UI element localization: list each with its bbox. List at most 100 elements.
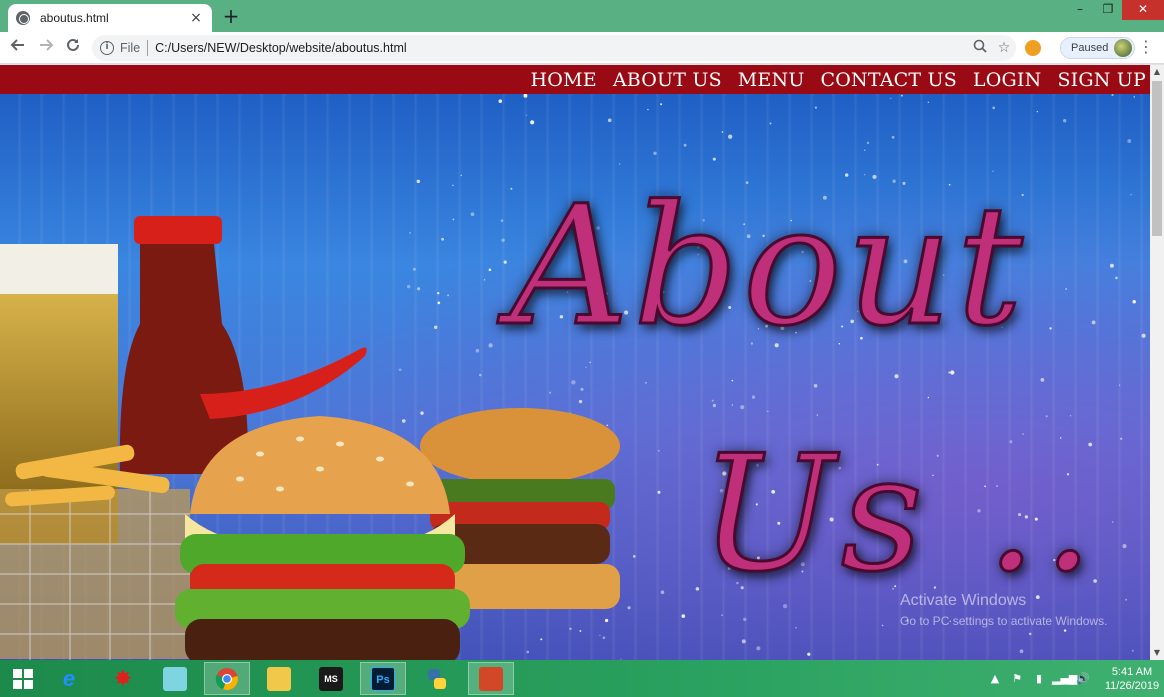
new-tab-button[interactable]: + [220,6,242,28]
sparkle [814,106,818,109]
sparkle [866,141,870,145]
sparkle [891,135,895,139]
taskbar-photoshop[interactable]: Ps [360,662,406,695]
taskbar-chrome[interactable] [204,662,250,695]
sparkle [741,639,746,644]
tray-expand-icon[interactable]: ▲ [986,672,1004,685]
browser-tab[interactable]: aboutus.html × [8,4,212,32]
sparkle [1120,437,1123,440]
nav-about-us[interactable]: ABOUT US [613,69,722,91]
page-scrollbar[interactable]: ▲ ▼ [1150,65,1164,660]
sparkle [1028,632,1032,636]
taskbar-internet-explorer[interactable]: e [46,662,92,695]
sparkle [769,122,772,125]
sparkle [795,627,797,629]
sparkle [740,405,745,410]
sparkle [1125,598,1128,601]
sparkle [1131,649,1134,652]
battery-icon[interactable]: ▮ [1030,672,1048,685]
sparkle [1141,333,1146,338]
chrome-icon [215,667,238,690]
sparkle [1130,193,1132,196]
notes-app-icon [163,666,187,691]
sparkle [1127,139,1132,143]
close-window-button[interactable]: ✕ [1122,0,1164,20]
taskbar-ms-project[interactable]: MS [308,662,354,695]
sparkle [863,149,866,152]
taskbar-file-explorer[interactable] [256,662,302,695]
sparkle [1065,288,1068,290]
sparkle [807,652,811,656]
internet-explorer-icon: e [62,665,76,691]
sparkle [767,410,769,413]
scroll-thumb[interactable] [1152,81,1162,236]
sparkle [1045,415,1048,418]
page-viewport: HOME ABOUT US MENU CONTACT US LOGIN SIGN… [0,65,1164,660]
tab-close-icon[interactable]: × [188,10,204,26]
url-scheme: File [120,41,141,55]
browser-title-bar: aboutus.html × + – ❐ ✕ [0,0,1164,32]
nav-contact-us[interactable]: CONTACT US [821,69,957,91]
sparkle [1109,263,1114,268]
restore-button[interactable]: ❐ [1094,0,1122,20]
sparkle [1115,276,1118,280]
omnibox-divider [147,40,149,56]
signal-icon[interactable]: ▂▄▆ [1052,672,1077,685]
scroll-down-icon[interactable]: ▼ [1150,646,1164,660]
sparkle [731,404,733,406]
hero-title-about: About [509,170,1027,362]
taskbar-app-red[interactable]: ✸ [100,662,146,695]
start-button[interactable] [0,662,46,695]
sparkle [1122,544,1127,549]
sparkle [1063,629,1067,632]
extension-icon[interactable] [1025,40,1041,56]
folder-icon [267,666,291,691]
sparkle [1091,320,1096,325]
url-text[interactable]: C:/Users/NEW/Desktop/website/aboutus.htm… [155,41,968,55]
sparkle [1063,119,1067,123]
minimize-button[interactable]: – [1066,0,1094,20]
back-button[interactable] [7,37,29,59]
taskbar-powerpoint[interactable] [468,662,514,695]
windows-logo-icon [13,668,33,689]
taskbar-python[interactable] [414,662,460,695]
sparkle [890,97,892,100]
sparkle [1132,300,1136,304]
sparkle [743,617,747,622]
flag-icon[interactable]: ⚑ [1008,672,1026,685]
windows-taskbar: e ✸ MS Ps ▲ ⚑ ▮ ▂▄▆ 🔊 5:41 AM 11/26/2019 [0,660,1164,697]
bookmark-star-icon[interactable]: ☆ [992,40,1016,56]
powerpoint-icon [479,666,503,691]
red-star-app-icon: ✸ [114,667,132,690]
profile-button[interactable]: Paused [1060,37,1136,59]
nav-menu[interactable]: MENU [738,69,805,91]
watermark-title: Activate Windows [900,592,1027,609]
zoom-icon[interactable] [968,39,992,57]
sparkle [900,94,903,97]
nav-home[interactable]: HOME [531,69,597,91]
info-icon[interactable]: i [100,41,114,55]
avatar [1114,39,1133,57]
sparkle [992,106,996,110]
sparkle [1040,378,1045,382]
address-bar[interactable]: i File C:/Users/NEW/Desktop/website/abou… [92,35,1016,61]
window-controls: – ❐ ✕ [1066,0,1164,20]
arrow-left-icon [10,39,24,51]
browser-menu-icon[interactable]: ⋮ [1138,38,1154,56]
ms-project-icon: MS [319,666,343,691]
sparkle [813,383,818,388]
reload-button[interactable] [62,37,84,59]
hero-banner: About Us .. Activate Windows Go to PC se… [0,94,1150,660]
forward-button[interactable] [35,37,57,59]
nav-login[interactable]: LOGIN [973,69,1042,91]
sparkle [1019,649,1024,654]
sparkle [950,370,955,375]
taskbar-app-notes[interactable] [152,662,198,695]
sparkle [927,101,930,104]
tab-title: aboutus.html [40,11,109,25]
sparkle [927,396,930,399]
nav-sign-up[interactable]: SIGN UP [1057,69,1146,91]
scroll-up-icon[interactable]: ▲ [1150,65,1164,79]
system-clock[interactable]: 5:41 AM 11/26/2019 [1100,665,1164,693]
volume-icon[interactable]: 🔊 [1074,672,1092,685]
